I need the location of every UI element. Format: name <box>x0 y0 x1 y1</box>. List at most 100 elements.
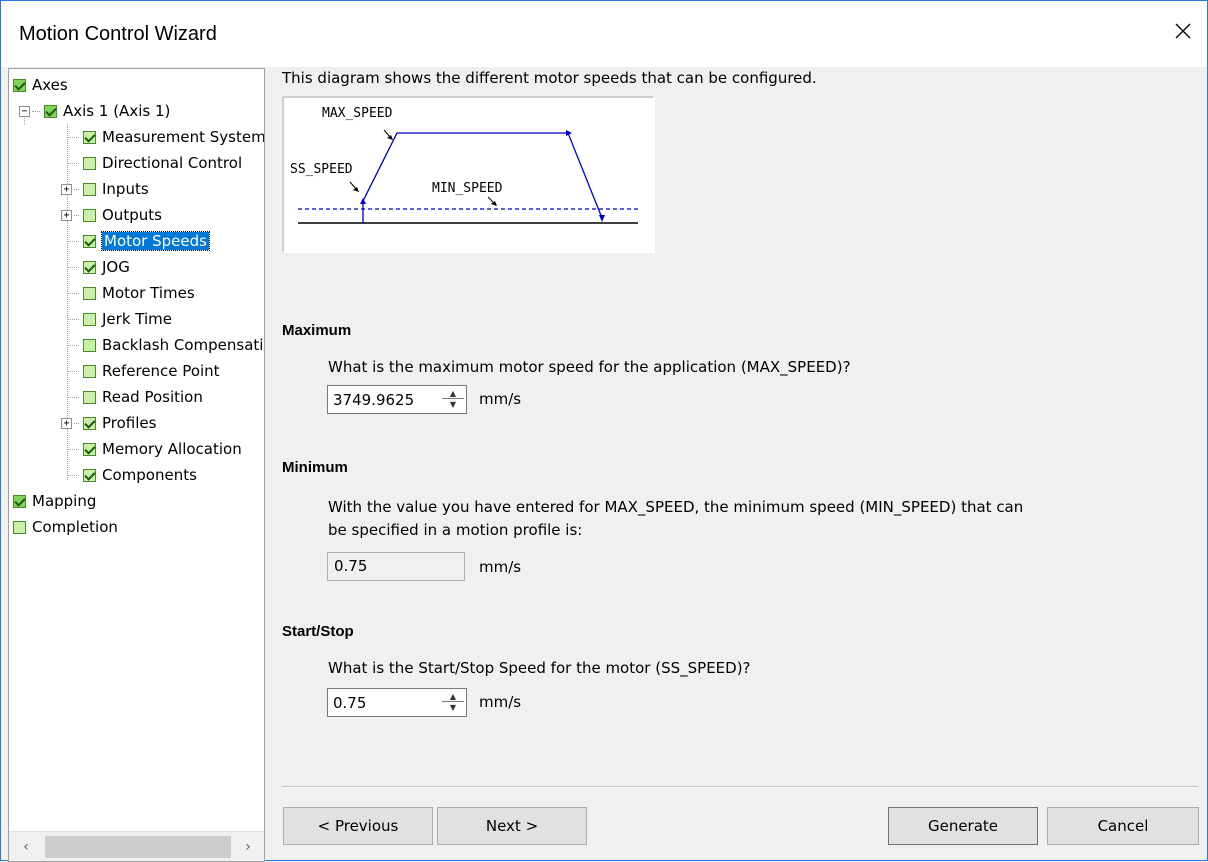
tree-item-label: Outputs <box>102 206 162 224</box>
minimum-question-line1: With the value you have entered for MAX_… <box>328 498 1024 516</box>
expand-icon[interactable]: + <box>61 209 72 221</box>
caret-down-icon: ▼ <box>449 399 457 409</box>
caret-up-icon: ▲ <box>449 389 457 398</box>
checkbox-icon <box>83 182 96 196</box>
ss-speed-label: SS_SPEED <box>290 162 353 177</box>
tree-item-measurement-system[interactable]: Measurement System <box>67 124 264 150</box>
expand-icon[interactable]: + <box>61 183 72 195</box>
tree-item-label: Components <box>102 466 197 484</box>
max-speed-label: MAX_SPEED <box>322 106 393 121</box>
startstop-question: What is the Start/Stop Speed for the mot… <box>328 659 751 677</box>
checkbox-icon <box>83 208 96 222</box>
checkbox-icon <box>83 234 96 248</box>
tree-item-label: Motor Speeds <box>101 231 210 251</box>
checkbox-icon <box>83 312 96 326</box>
minimum-question-line2: be specified in a motion profile is: <box>328 521 583 539</box>
checkbox-icon <box>83 468 96 482</box>
tree-item-label: Backlash Compensation <box>102 336 264 354</box>
tree-item-label: Jerk Time <box>102 310 172 328</box>
tree-item-read-position[interactable]: Read Position <box>67 384 203 410</box>
ss-speed-unit: mm/s <box>479 693 522 711</box>
tree-item-motor-times[interactable]: Motor Times <box>67 280 195 306</box>
tree-item-jog[interactable]: JOG <box>67 254 130 280</box>
ss-speed-stepper[interactable]: 0.75 ▲ ▼ <box>327 688 467 717</box>
max-speed-value[interactable]: 3749.9625 <box>333 391 414 409</box>
min-speed-unit: mm/s <box>479 558 522 576</box>
tree-item-mapping[interactable]: Mapping <box>13 488 96 514</box>
scroll-right-button[interactable]: › <box>237 836 259 858</box>
tree-item-axes[interactable]: Axes <box>13 72 68 98</box>
max-speed-stepper[interactable]: 3749.9625 ▲ ▼ <box>327 385 467 414</box>
expand-icon[interactable]: + <box>61 417 72 429</box>
tree-item-label: Measurement System <box>102 128 264 146</box>
increment-button[interactable]: ▲ <box>442 389 464 399</box>
maximum-heading: Maximum <box>282 322 352 339</box>
horizontal-scrollbar[interactable]: ‹ › <box>9 831 264 861</box>
tree-item-label: Completion <box>32 518 118 536</box>
tree-item-label: Memory Allocation <box>102 440 242 458</box>
startstop-heading: Start/Stop <box>282 623 354 640</box>
increment-button[interactable]: ▲ <box>442 692 464 702</box>
decrement-button[interactable]: ▼ <box>442 399 464 409</box>
wizard-steps-tree[interactable]: Axes − Axis 1 (Axis 1) Measurement Syste… <box>8 68 265 862</box>
tree-item-reference-point[interactable]: Reference Point <box>67 358 220 384</box>
caret-up-icon: ▲ <box>449 692 457 701</box>
checkbox-icon <box>83 286 96 300</box>
tree-item-directional-control[interactable]: Directional Control <box>67 150 242 176</box>
checkbox-icon <box>83 390 96 404</box>
tree-item-label: Profiles <box>102 414 157 432</box>
scrollbar-thumb[interactable] <box>45 836 231 858</box>
tree-item-label: Axis 1 (Axis 1) <box>63 102 171 120</box>
title-bar: Motion Control Wizard <box>1 1 1207 67</box>
decrement-button[interactable]: ▼ <box>442 702 464 712</box>
tree-item-outputs[interactable]: + Outputs <box>61 202 162 228</box>
checkbox-icon <box>83 260 96 274</box>
min-speed-label: MIN_SPEED <box>432 181 503 196</box>
tree-item-profiles[interactable]: + Profiles <box>61 410 156 436</box>
tree-item-motor-speeds[interactable]: Motor Speeds <box>67 228 210 254</box>
checkbox-icon <box>83 130 96 144</box>
tree-item-label: Read Position <box>102 388 203 406</box>
tree-item-label: Directional Control <box>102 154 243 172</box>
tree-item-label: Mapping <box>32 492 97 510</box>
checkbox-icon <box>83 442 96 456</box>
tree-item-completion[interactable]: Completion <box>13 514 118 540</box>
ss-speed-value[interactable]: 0.75 <box>333 694 366 712</box>
tree-item-components[interactable]: Components <box>67 462 197 488</box>
checkbox-icon <box>44 104 57 118</box>
checkbox-icon <box>83 156 96 170</box>
tree-item-label: Inputs <box>102 180 149 198</box>
motor-speed-diagram: MAX_SPEED SS_SPEED MIN_SPEED <box>282 96 655 253</box>
maximum-question: What is the maximum motor speed for the … <box>328 358 851 376</box>
checkbox-icon <box>83 364 96 378</box>
minimum-heading: Minimum <box>282 459 348 476</box>
max-speed-unit: mm/s <box>479 390 522 408</box>
footer-divider <box>282 786 1198 787</box>
checkbox-icon <box>83 338 96 352</box>
close-icon <box>1175 23 1191 39</box>
chevron-left-icon: ‹ <box>23 839 29 855</box>
previous-button[interactable]: < Previous <box>283 807 433 845</box>
tree-item-backlash-compensation[interactable]: Backlash Compensation <box>67 332 264 358</box>
intro-text: This diagram shows the different motor s… <box>282 69 817 87</box>
checkbox-icon <box>13 520 26 534</box>
next-button[interactable]: Next > <box>437 807 587 845</box>
tree-item-inputs[interactable]: + Inputs <box>61 176 149 202</box>
tree-item-axis-1[interactable]: − Axis 1 (Axis 1) <box>19 98 170 124</box>
checkbox-icon <box>13 494 26 508</box>
tree-item-jerk-time[interactable]: Jerk Time <box>67 306 172 332</box>
collapse-icon[interactable]: − <box>19 105 30 117</box>
tree-item-label: JOG <box>102 258 130 276</box>
wizard-window: Motion Control Wizard Axes − Axis 1 (Axi… <box>0 0 1208 862</box>
cancel-button[interactable]: Cancel <box>1047 807 1199 845</box>
scroll-left-button[interactable]: ‹ <box>15 836 37 858</box>
min-speed-value: 0.75 <box>334 557 368 575</box>
tree-item-label: Motor Times <box>102 284 195 302</box>
generate-button[interactable]: Generate <box>888 807 1038 845</box>
caret-down-icon: ▼ <box>449 702 457 712</box>
checkbox-icon <box>83 416 96 430</box>
checkbox-icon <box>13 78 26 92</box>
tree-item-memory-allocation[interactable]: Memory Allocation <box>67 436 242 462</box>
close-button[interactable] <box>1165 13 1201 49</box>
speed-profile-graphic: MAX_SPEED SS_SPEED MIN_SPEED <box>290 106 638 224</box>
